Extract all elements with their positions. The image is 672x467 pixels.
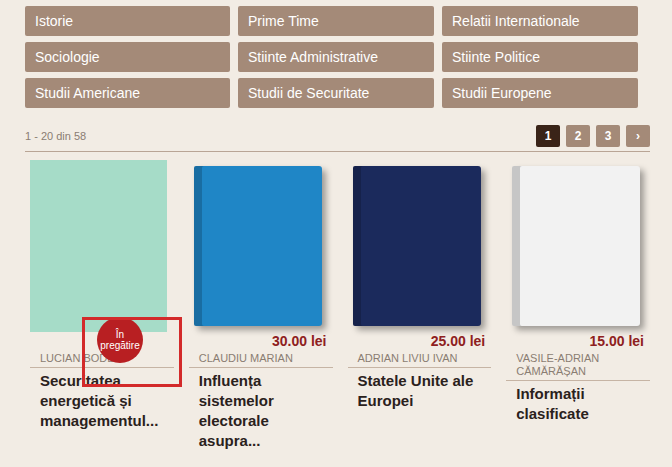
book-cover[interactable] (353, 166, 481, 326)
product-grid: LUCIAN BODESecuritatea energetică și man… (25, 160, 650, 451)
product-card: 30.00 leiCLAUDIU MARIANInfluența sisteme… (184, 160, 333, 451)
annotation-box (82, 317, 182, 387)
cover-area (343, 160, 492, 332)
category-grid: IstoriePrime TimeRelatii InternationaleS… (25, 6, 634, 108)
product-title[interactable]: Informații clasificate (501, 381, 650, 424)
product-title[interactable]: Influența sistemelor electorale asupra..… (184, 368, 333, 451)
product-card: 25.00 leiADRIAN LIVIU IVANStatele Unite … (343, 160, 492, 451)
price: 25.00 lei (431, 333, 486, 349)
price: 30.00 lei (272, 333, 327, 349)
price: 15.00 lei (590, 333, 645, 349)
status-badge: În pregătire (97, 317, 143, 363)
author[interactable]: ADRIAN LIVIU IVAN (348, 349, 492, 368)
page-button[interactable]: 3 (596, 125, 620, 147)
page-button[interactable]: › (626, 125, 650, 147)
category-button[interactable]: Sociologie (25, 42, 230, 72)
page-button[interactable]: 1 (536, 125, 560, 147)
pagination: 123 › (536, 125, 650, 147)
cover-area (184, 160, 333, 332)
cover-area (501, 160, 650, 332)
price-row: 15.00 lei (501, 333, 650, 349)
page-button[interactable]: 2 (566, 125, 590, 147)
book-cover[interactable] (194, 166, 322, 326)
category-button[interactable]: Studii Europene (442, 78, 638, 108)
product-title[interactable]: Statele Unite ale Europei (343, 368, 492, 411)
results-bar: 1 - 20 din 58 123 › (25, 125, 650, 152)
category-button[interactable]: Relatii Internationale (442, 6, 638, 36)
category-button[interactable]: Stiinte Politice (442, 42, 638, 72)
author[interactable]: VASILE-ADRIAN CĂMĂRĂȘAN (506, 349, 650, 381)
author[interactable]: CLAUDIU MARIAN (189, 349, 333, 368)
price-row: 30.00 lei (184, 333, 333, 349)
product-card: 15.00 leiVASILE-ADRIAN CĂMĂRĂȘANInformaț… (501, 160, 650, 451)
book-cover[interactable] (512, 166, 640, 326)
product-card: LUCIAN BODESecuritatea energetică și man… (25, 160, 174, 451)
category-button[interactable]: Prime Time (238, 6, 434, 36)
page: Istorie Prime Time Relatii Internationale S… (0, 0, 672, 451)
category-button[interactable]: Istorie (25, 6, 230, 36)
product-title[interactable]: Securitatea energetică și managementul..… (25, 368, 174, 431)
category-button[interactable]: Stiinte Administrative (238, 42, 434, 72)
category-button[interactable]: Studii de Securitate (238, 78, 434, 108)
price-row: 25.00 lei (343, 333, 492, 349)
category-button[interactable]: Studii Americane (25, 78, 230, 108)
book-cover[interactable] (30, 160, 167, 332)
results-count: 1 - 20 din 58 (25, 130, 86, 142)
cover-area (25, 160, 174, 332)
